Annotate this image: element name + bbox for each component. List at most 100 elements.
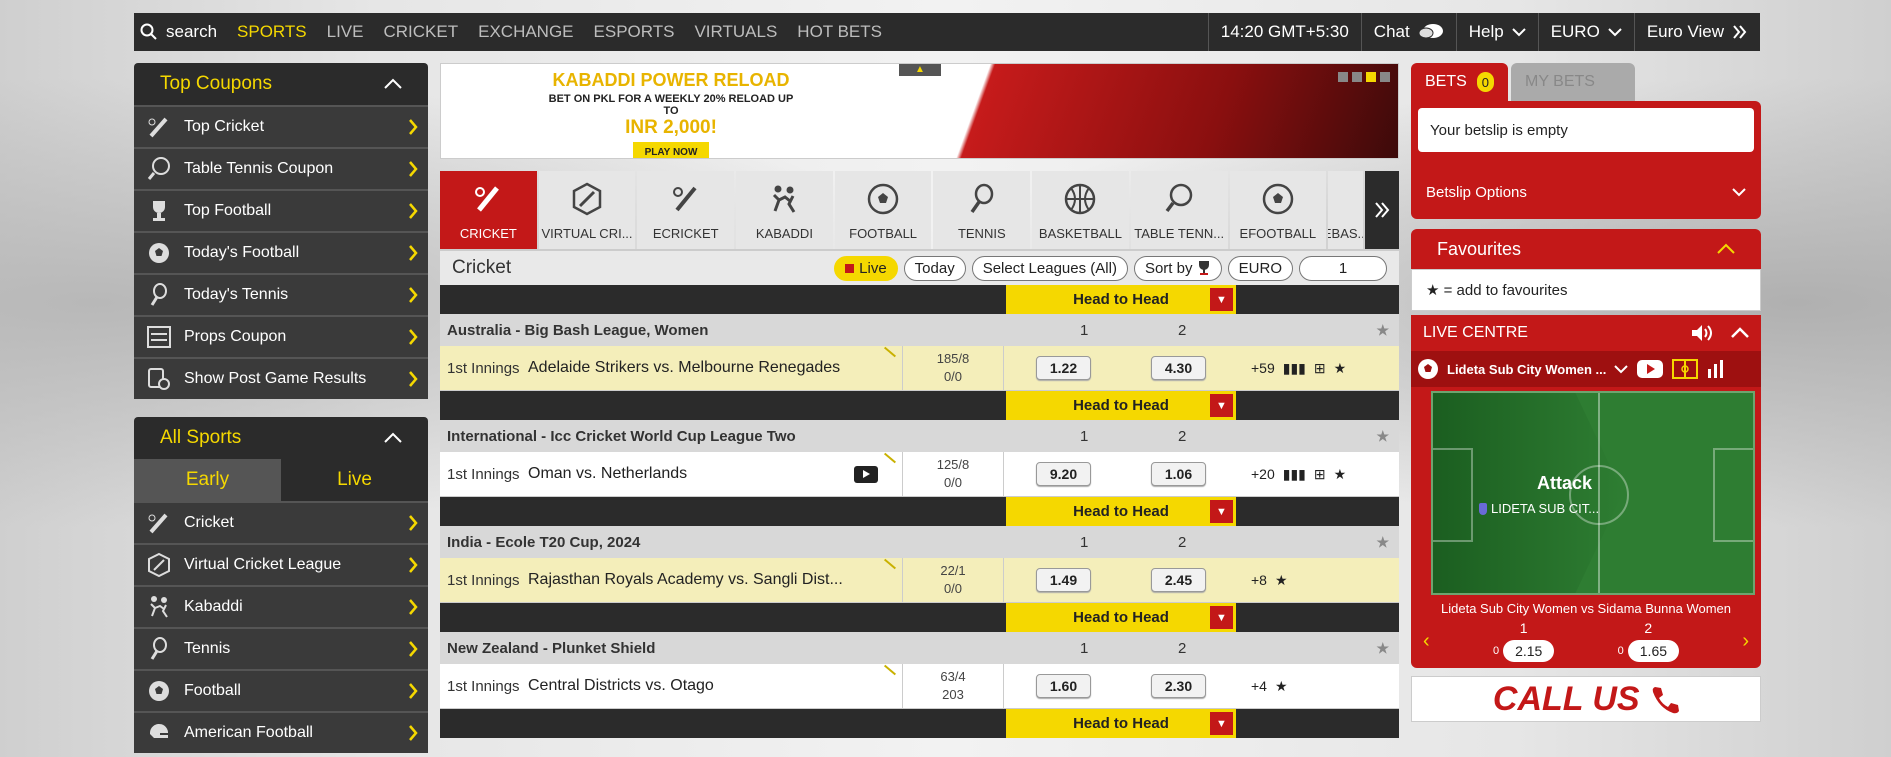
sort-by-filter[interactable]: Sort by [1133,255,1222,281]
pager-dot[interactable] [1338,72,1348,82]
tab-table-tennis[interactable]: TABLE TENN... [1130,171,1228,249]
sport-item-kabaddi[interactable]: Kabaddi [134,585,428,627]
nav-hot-bets[interactable]: HOT BETS [787,22,892,42]
volume-icon[interactable] [1691,324,1713,342]
pitch-icon[interactable]: ⊞ [1314,360,1326,377]
today-filter[interactable]: Today [903,255,966,281]
tab-cricket[interactable]: CRICKET [440,171,537,249]
video-icon[interactable] [1636,359,1664,379]
more-markets-link[interactable]: +8 [1251,572,1267,588]
next-arrow-icon[interactable]: › [1742,630,1749,653]
match-name[interactable]: Oman vs. Netherlands [528,465,687,483]
tab-early[interactable]: Early [134,459,281,501]
prev-arrow-icon[interactable]: ‹ [1423,630,1430,653]
match-name[interactable]: Adelaide Strikers vs. Melbourne Renegade… [528,359,840,377]
tab-kabaddi[interactable]: KABADDI [736,171,833,249]
coupon-post-game-results[interactable]: Show Post Game Results [134,357,428,399]
coupon-todays-tennis[interactable]: Today's Tennis [134,273,428,315]
search-button[interactable]: search [134,13,227,51]
sport-item-tennis[interactable]: Tennis [134,627,428,669]
tab-efootball[interactable]: EFOOTBALL [1229,171,1327,249]
pager-dot[interactable] [1380,72,1390,82]
more-markets-link[interactable]: +20 [1251,466,1275,482]
tab-ecricket[interactable]: ECRICKET [637,171,735,249]
favourite-star-icon[interactable]: ★ [1376,534,1389,551]
sport-item-football[interactable]: Football [134,669,428,711]
nav-esports[interactable]: ESPORTS [584,22,685,42]
chevron-up-icon[interactable] [1731,327,1749,339]
pager-dot[interactable] [1352,72,1362,82]
nav-virtuals[interactable]: VIRTUALS [684,22,787,42]
odds-button-1[interactable]: 1.60 [1036,674,1091,698]
tab-ebasketball[interactable]: EBAS... [1328,171,1364,249]
odds-button-1[interactable]: 9.20 [1036,462,1091,486]
favourite-star-icon[interactable]: ★ [1334,360,1347,377]
market-selector[interactable]: Head to Head ▼ [1006,391,1236,420]
coupon-table-tennis[interactable]: Table Tennis Coupon [134,147,428,189]
promo-banner[interactable]: ▲ KABADDI POWER RELOAD BET ON PKL FOR A … [440,63,1399,159]
sport-item-american-football[interactable]: American Football [134,711,428,753]
favourite-star-icon[interactable]: ★ [1376,322,1389,339]
odds-button-2[interactable]: 2.30 [1151,674,1206,698]
pager-dot-active[interactable] [1366,72,1376,82]
coupon-top-cricket[interactable]: Top Cricket [134,105,428,147]
favourites-header[interactable]: Favourites [1411,229,1761,269]
leagues-filter[interactable]: Select Leagues (All) [971,255,1128,281]
odds-button-2[interactable]: 4.30 [1151,356,1206,380]
market-selector[interactable]: Head to Head ▼ [1006,603,1236,632]
stats-icon[interactable]: ▮▮▮ [1283,360,1306,377]
market-selector[interactable]: Head to Head ▼ [1006,497,1236,526]
tab-bets[interactable]: BETS 0 [1411,63,1508,101]
all-sports-header[interactable]: All Sports [134,417,428,459]
tab-live[interactable]: Live [281,459,428,501]
nav-cricket[interactable]: CRICKET [373,22,468,42]
betslip-options[interactable]: Betslip Options [1418,172,1754,212]
match-name[interactable]: Rajasthan Royals Academy vs. Sangli Dist… [528,571,843,589]
coupon-todays-football[interactable]: Today's Football [134,231,428,273]
top-coupons-header[interactable]: Top Coupons [134,63,428,105]
favourite-star-icon[interactable]: ★ [1275,678,1288,695]
favourite-star-icon[interactable]: ★ [1334,466,1347,483]
pitch-icon[interactable]: ⊞ [1314,466,1326,483]
sport-item-cricket[interactable]: Cricket [134,501,428,543]
live-stream-icon[interactable] [854,465,878,483]
call-us-banner[interactable]: CALL US [1411,676,1761,722]
odds-button-2[interactable]: 1.06 [1151,462,1206,486]
more-sports-button[interactable] [1365,171,1399,249]
stats-icon[interactable] [1706,359,1726,379]
live-filter[interactable]: Live [834,255,898,281]
stats-icon[interactable]: ▮▮▮ [1283,466,1306,483]
tab-tennis[interactable]: TENNIS [933,171,1031,249]
market-selector[interactable]: Head to Head ▼ [1006,285,1236,314]
odds-button-2[interactable]: 2.45 [1151,568,1206,592]
coupon-props[interactable]: Props Coupon [134,315,428,357]
banner-collapse-button[interactable]: ▲ [899,64,941,76]
favourite-star-icon[interactable]: ★ [1275,572,1288,589]
nav-live[interactable]: LIVE [317,22,374,42]
coupon-top-football[interactable]: Top Football [134,189,428,231]
view-selector[interactable]: Euro View [1633,13,1760,51]
more-markets-link[interactable]: +4 [1251,678,1267,694]
live-odds-button-2[interactable]: 1.65 [1627,640,1680,662]
chat-button[interactable]: Chat [1360,13,1456,51]
live-odds-button-1[interactable]: 2.15 [1503,640,1555,662]
tab-football[interactable]: FOOTBALL [834,171,932,249]
more-markets-link[interactable]: +59 [1251,360,1275,376]
sport-item-virtual-cricket[interactable]: Virtual Cricket League [134,543,428,585]
tab-virtual-cricket[interactable]: VIRTUAL CRI... [538,171,636,249]
help-dropdown[interactable]: Help [1455,13,1538,51]
odds-button-1[interactable]: 1.49 [1036,568,1091,592]
currency-filter[interactable]: EURO [1227,255,1293,281]
live-match-selector[interactable]: Lideta Sub City Women ... [1411,351,1761,387]
tab-my-bets[interactable]: MY BETS [1511,63,1635,101]
pitch-icon[interactable] [1672,359,1699,379]
play-now-button[interactable]: PLAY NOW [632,142,710,158]
tab-basketball[interactable]: BASKETBALL [1032,171,1129,249]
odds-button-1[interactable]: 1.22 [1036,356,1091,380]
nav-exchange[interactable]: EXCHANGE [468,22,583,42]
nav-sports[interactable]: SPORTS [227,22,317,42]
match-name[interactable]: Central Districts vs. Otago [528,677,714,695]
favourite-star-icon[interactable]: ★ [1376,428,1389,445]
page-number[interactable]: 1 [1299,255,1387,281]
currency-dropdown[interactable]: EURO [1537,13,1634,51]
